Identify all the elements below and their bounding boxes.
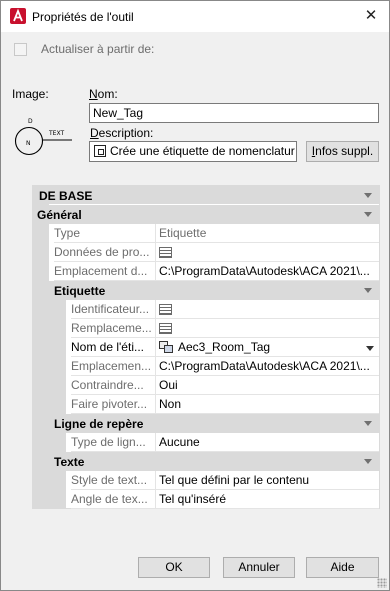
more-info-button[interactable]: Infos suppl. <box>306 141 379 162</box>
close-icon: ✕ <box>364 7 378 24</box>
property-row[interactable]: Angle de tex... Tel qu'inséré <box>33 490 379 509</box>
property-row[interactable]: Données de pro... <box>33 243 379 262</box>
property-value-text: Tel que défini par le contenu <box>159 473 310 487</box>
window-title: Propriétés de l'outil <box>32 10 134 24</box>
title-bar: Propriétés de l'outil ✕ <box>1 1 389 32</box>
property-name: Emplacemen... <box>71 357 155 376</box>
section-general-label: Général <box>37 208 82 222</box>
property-name: Données de pro... <box>54 243 155 262</box>
section-text-label: Texte <box>54 455 85 469</box>
property-value: Etiquette <box>155 224 379 243</box>
cancel-button[interactable]: Annuler <box>223 557 295 578</box>
property-value[interactable] <box>155 300 379 319</box>
property-name: Emplacement d... <box>54 262 155 281</box>
help-button[interactable]: Aide <box>306 557 379 578</box>
property-row[interactable]: Faire pivoter... Non <box>33 395 379 414</box>
image-label: Image: <box>12 87 49 101</box>
section-leader-header[interactable]: Ligne de repère <box>49 414 379 433</box>
section-text-header[interactable]: Texte <box>49 452 379 471</box>
preview-tag-text: TEXT <box>48 130 64 137</box>
collapse-arrow-icon[interactable] <box>364 421 372 426</box>
property-row[interactable]: Identificateur... <box>33 300 379 319</box>
property-row[interactable]: Remplaceme... <box>33 319 379 338</box>
property-value: C:\ProgramData\Autodesk\ACA 2021\... <box>155 357 379 376</box>
collapse-arrow-icon[interactable] <box>364 288 372 293</box>
description-label: Description: <box>90 126 154 140</box>
property-name: Faire pivoter... <box>71 395 155 414</box>
block-icon <box>159 341 174 354</box>
property-row[interactable]: Nom de l'éti... Aec3_Room_Tag <box>33 338 379 357</box>
name-label: Nom: <box>89 87 118 101</box>
tag-name-combo[interactable]: Aec3_Room_Tag <box>155 338 379 357</box>
property-row[interactable]: Contraindre... Oui <box>33 376 379 395</box>
property-name: Contraindre... <box>71 376 155 395</box>
category-label: DE BASE <box>39 189 93 203</box>
preview-center-text: N <box>26 140 31 147</box>
section-etiquette-header[interactable]: Etiquette <box>49 281 379 300</box>
collapse-arrow-icon[interactable] <box>364 459 372 464</box>
ok-button[interactable]: OK <box>138 557 210 578</box>
property-value-text: Non <box>159 397 182 411</box>
property-name: Angle de tex... <box>71 490 155 509</box>
property-value-text: Oui <box>159 378 178 392</box>
property-name: Remplaceme... <box>71 319 155 338</box>
property-value-text: C:\ProgramData\Autodesk\ACA 2021\... <box>159 359 370 373</box>
property-name: Identificateur... <box>71 300 155 319</box>
property-value: Aucune <box>155 433 379 452</box>
resize-grip[interactable] <box>377 578 387 588</box>
section-etiquette-label: Etiquette <box>54 284 106 298</box>
property-row[interactable]: Style de text... Tel que défini par le c… <box>33 471 379 490</box>
table-icon[interactable] <box>159 323 172 334</box>
property-grid: DE BASE Général Type Etiquette Données d… <box>32 185 380 509</box>
property-value-text: Aec3_Room_Tag <box>178 340 271 354</box>
property-row[interactable]: Type de lign... Aucune <box>33 433 379 452</box>
property-row[interactable]: Type Etiquette <box>33 224 379 243</box>
collapse-arrow-icon[interactable] <box>364 212 372 217</box>
property-value: Tel que défini par le contenu <box>155 471 379 490</box>
tool-image-preview: D N TEXT <box>14 118 72 156</box>
description-edit-icon <box>94 145 106 157</box>
property-value-text: Aucune <box>159 435 200 449</box>
property-name: Nom de l'éti... <box>71 338 155 357</box>
property-value-text: Etiquette <box>159 226 207 240</box>
refresh-label: Actualiser à partir de: <box>41 42 155 56</box>
section-leader-label: Ligne de repère <box>54 417 144 431</box>
property-value-text: C:\ProgramData\Autodesk\ACA 2021\... <box>159 264 370 278</box>
table-icon[interactable] <box>159 304 172 315</box>
name-input[interactable]: New_Tag <box>89 103 379 123</box>
property-value: Non <box>155 395 379 414</box>
close-button[interactable]: ✕ <box>359 5 383 27</box>
table-icon[interactable] <box>159 247 172 258</box>
description-field[interactable]: Crée une étiquette de nomenclatur <box>89 141 297 162</box>
description-text: Crée une étiquette de nomenclatur <box>110 144 295 158</box>
property-name: Type de lign... <box>71 433 155 452</box>
property-row[interactable]: Emplacemen... C:\ProgramData\Autodesk\AC… <box>33 357 379 376</box>
tool-properties-dialog: Propriétés de l'outil ✕ Actualiser à par… <box>0 0 390 591</box>
property-row[interactable]: Emplacement d... C:\ProgramData\Autodesk… <box>33 262 379 281</box>
refresh-checkbox[interactable] <box>14 43 27 56</box>
property-name: Style de text... <box>71 471 155 490</box>
property-value: Tel qu'inséré <box>155 490 379 509</box>
property-value: C:\ProgramData\Autodesk\ACA 2021\... <box>155 262 379 281</box>
property-value[interactable] <box>155 243 379 262</box>
collapse-arrow-icon[interactable] <box>364 193 372 198</box>
autocad-app-icon <box>10 8 26 24</box>
property-value: Oui <box>155 376 379 395</box>
category-header[interactable]: DE BASE <box>33 186 379 204</box>
section-general-header[interactable]: Général <box>33 205 379 224</box>
property-value-text: Tel qu'inséré <box>159 492 226 506</box>
chevron-down-icon[interactable] <box>366 346 374 351</box>
property-value[interactable] <box>155 319 379 338</box>
preview-small-text: D <box>28 118 33 125</box>
property-name: Type <box>54 224 155 243</box>
